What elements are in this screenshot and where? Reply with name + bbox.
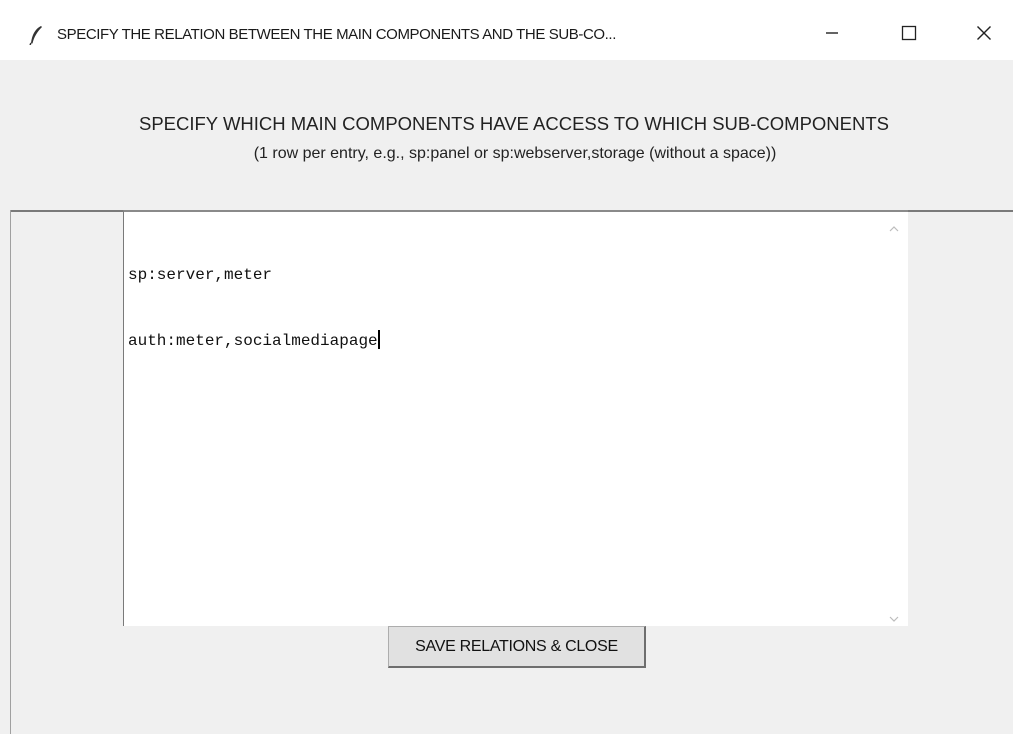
- vertical-scrollbar[interactable]: [880, 212, 908, 626]
- minimize-button[interactable]: [803, 10, 861, 60]
- close-icon: [976, 25, 992, 46]
- editor-line-active: auth:meter,socialmediapage: [128, 330, 873, 352]
- window-title: SPECIFY THE RELATION BETWEEN THE MAIN CO…: [57, 26, 616, 43]
- title-bar[interactable]: SPECIFY THE RELATION BETWEEN THE MAIN CO…: [0, 10, 1013, 60]
- feather-icon: [29, 25, 43, 46]
- save-relations-close-button[interactable]: SAVE RELATIONS & CLOSE: [388, 626, 646, 668]
- relations-text-editor[interactable]: sp:server,meter auth:meter,socialmediapa…: [123, 210, 908, 626]
- close-button[interactable]: [955, 10, 1013, 60]
- chevron-down-icon: [889, 609, 899, 627]
- frame-border-left: [10, 210, 124, 212]
- instruction-subheading: (1 row per entry, e.g., sp:panel or sp:w…: [253, 145, 777, 162]
- maximize-icon: [901, 25, 917, 46]
- frame-border-right: [908, 210, 1013, 212]
- chevron-up-icon: [889, 219, 899, 237]
- minimize-icon: [825, 26, 839, 45]
- editor-line-text: auth:meter,socialmediapage: [128, 332, 378, 350]
- maximize-button[interactable]: [880, 10, 938, 60]
- scroll-down-button[interactable]: [884, 608, 904, 628]
- editor-line: sp:server,meter: [128, 266, 273, 284]
- frame-border-vertical: [10, 210, 11, 734]
- scroll-up-button[interactable]: [884, 218, 904, 238]
- text-caret: [377, 330, 380, 349]
- window-top-edge: [0, 0, 1013, 10]
- relation-dialog-window: SPECIFY THE RELATION BETWEEN THE MAIN CO…: [0, 0, 1013, 734]
- instruction-heading: SPECIFY WHICH MAIN COMPONENTS HAVE ACCES…: [138, 113, 890, 134]
- relations-text-area[interactable]: sp:server,meter auth:meter,socialmediapa…: [128, 220, 873, 620]
